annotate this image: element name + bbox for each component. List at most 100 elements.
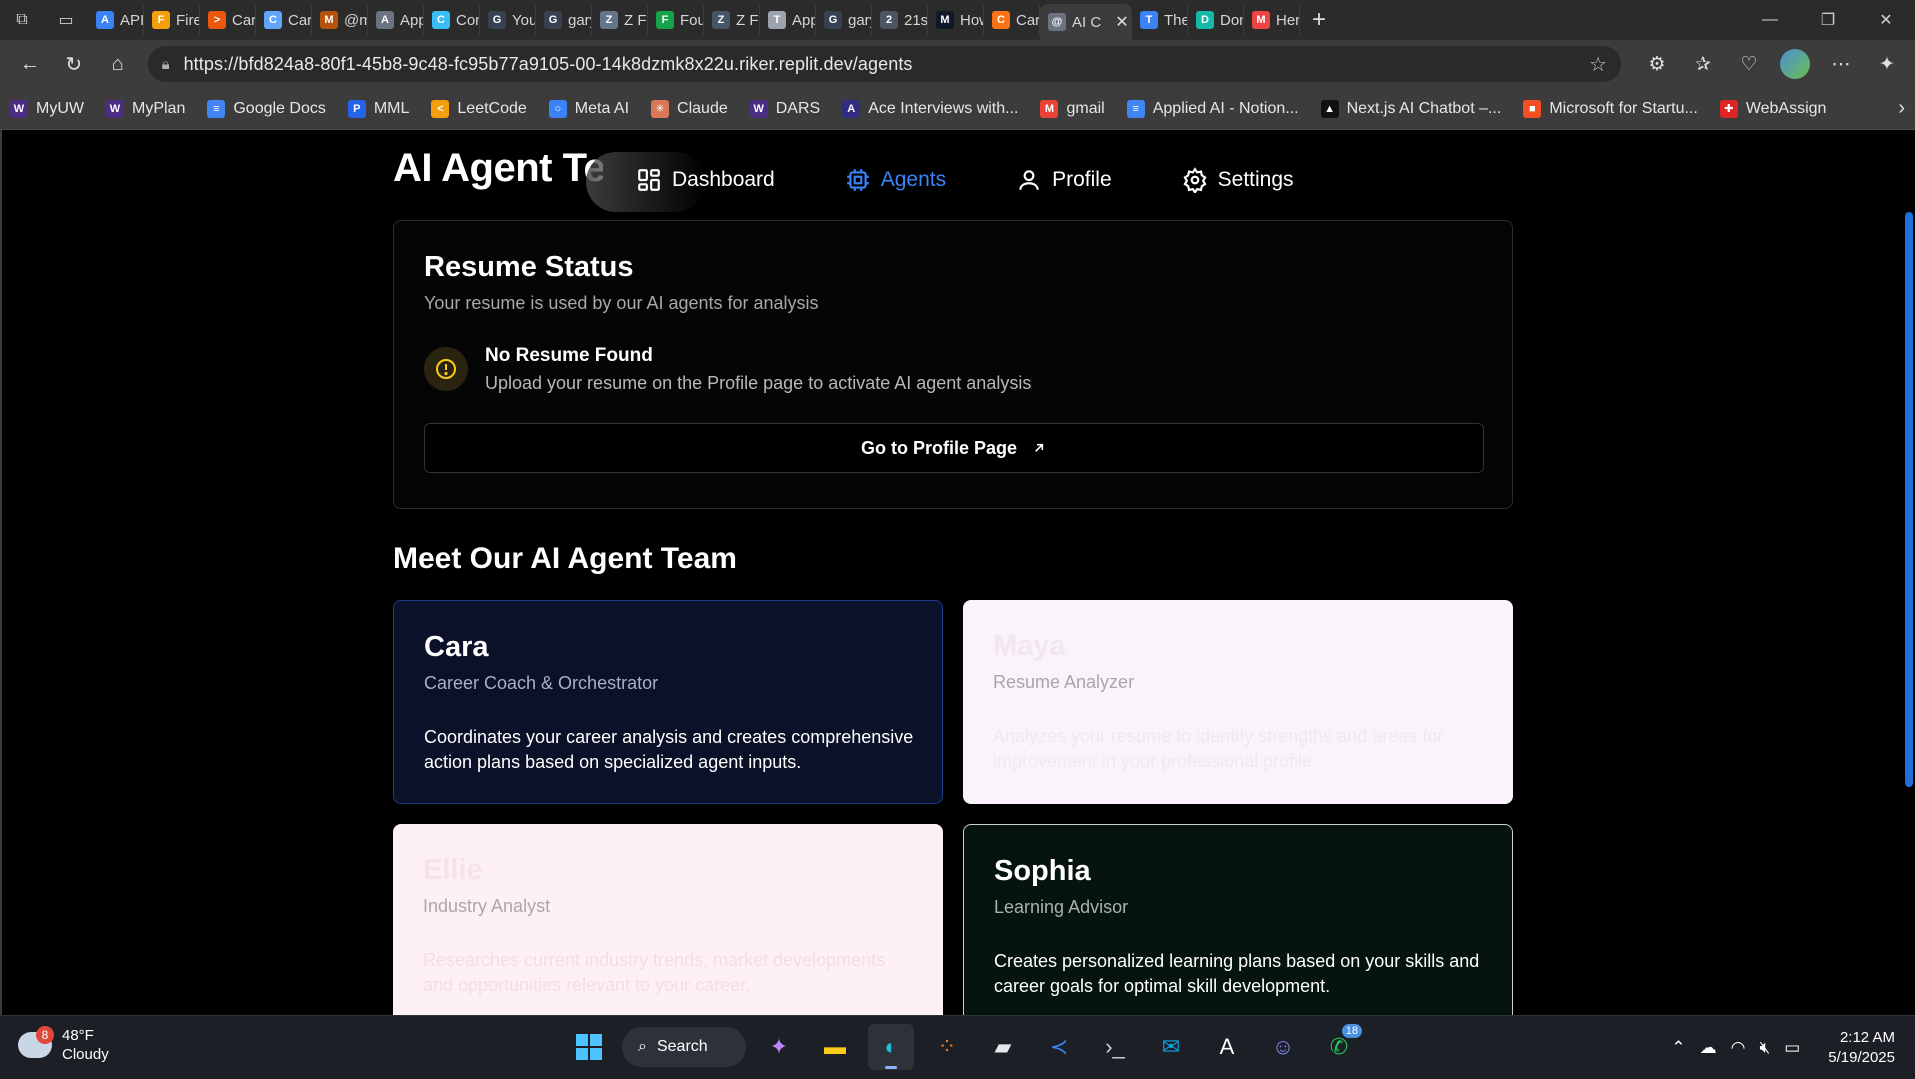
vscode-icon[interactable]: ≺ <box>1036 1024 1082 1070</box>
browser-tab[interactable]: A API K <box>88 4 144 36</box>
tab-label: Z Fe <box>624 11 647 29</box>
nav-profile[interactable]: Profile <box>1016 167 1112 193</box>
workspaces-icon[interactable]: ⧉ <box>0 0 44 40</box>
file-explorer-icon[interactable]: ▬ <box>812 1024 858 1070</box>
browser-tab[interactable]: D Don <box>1188 4 1244 36</box>
browser-tab[interactable]: Ggary <box>816 4 872 36</box>
nav-agents[interactable]: Agents <box>845 167 946 193</box>
browser-tab[interactable]: T The <box>1132 4 1188 36</box>
discord-icon[interactable]: ☺ <box>1260 1024 1306 1070</box>
bookmark-item[interactable]: W MyUW <box>10 99 84 118</box>
browser-tab[interactable]: F Fou <box>648 4 704 36</box>
bookmark-item[interactable]: ≡ Applied AI - Notion... <box>1126 99 1299 118</box>
home-icon[interactable]: ⌂ <box>96 44 140 84</box>
nav-dashboard[interactable]: Dashboard <box>636 167 775 193</box>
bookmark-item[interactable]: Mgmail <box>1040 99 1105 118</box>
browser-tab[interactable]: Ggary <box>536 4 592 36</box>
terminal-app-icon[interactable]: ▰ <box>980 1024 1026 1070</box>
browser-tab[interactable]: > Care <box>200 4 256 36</box>
bookmark-item[interactable]: W DARS <box>749 99 820 118</box>
volume-muted-icon[interactable]: 🔇︎ <box>1759 1038 1770 1058</box>
bookmark-item[interactable]: W MyPlan <box>105 99 185 118</box>
browser-tab[interactable]: T App <box>760 4 816 36</box>
nav-settings[interactable]: Settings <box>1182 167 1294 193</box>
minimize-icon[interactable]: — <box>1741 0 1799 40</box>
agent-card-sophia[interactable]: Sophia Learning Advisor Creates personal… <box>963 824 1513 1015</box>
bookmark-favicon-icon: P <box>347 99 366 118</box>
battery-icon[interactable]: ▭ <box>1784 1038 1800 1058</box>
browser-tab[interactable]: C Care <box>256 4 312 36</box>
browser-tab[interactable]: Z Z Fe <box>704 4 760 36</box>
close-tab-icon[interactable]: ✕ <box>1115 12 1128 32</box>
browser-tab[interactable]: M @m <box>312 4 368 36</box>
resume-status-card: Resume Status Your resume is used by our… <box>393 220 1513 509</box>
refresh-icon[interactable]: ↻ <box>52 44 96 84</box>
taskbar-search[interactable]: ⌕ Search <box>622 1027 746 1067</box>
agent-card-ellie[interactable]: Ellie Industry Analyst Researches curren… <box>393 824 943 1015</box>
back-icon[interactable]: ← <box>8 44 52 84</box>
bookmark-item[interactable]: ✳ Claude <box>651 99 728 118</box>
browser-tab[interactable]: F Fire <box>144 4 200 36</box>
bookmarks-overflow-icon[interactable]: › <box>1898 97 1905 120</box>
bookmark-item[interactable]: P MML <box>347 99 409 118</box>
url-text[interactable]: https://bfd824a8-80f1-45b8-9c48-fc95b77a… <box>184 54 1590 75</box>
agent-card-cara[interactable]: Cara Career Coach & Orchestrator Coordin… <box>393 600 943 804</box>
site-info-icon[interactable]: 🔒︎ <box>162 56 170 73</box>
onedrive-icon[interactable]: ☁ <box>1700 1038 1717 1058</box>
tab-active[interactable]: @ AI C ✕ <box>1040 4 1132 40</box>
new-tab-button[interactable]: + <box>1300 6 1338 34</box>
bookmark-item[interactable]: ✚ WebAssign <box>1719 99 1826 118</box>
favorites-icon[interactable]: ✰ <box>1683 44 1723 84</box>
tab-favicon-icon: M <box>936 11 954 29</box>
tab-label: You <box>512 11 536 29</box>
browser-tab[interactable]: C Con <box>424 4 480 36</box>
edge-browser-icon[interactable]: ◐ <box>868 1024 914 1070</box>
whatsapp-icon[interactable]: ✆ 18 <box>1316 1024 1362 1070</box>
copilot-icon[interactable]: ✦ <box>1867 44 1907 84</box>
notes-app-icon[interactable]: A <box>1204 1024 1250 1070</box>
dev-tool-icon[interactable]: ⁘ <box>924 1024 970 1070</box>
browser-tab[interactable]: G You <box>480 4 536 36</box>
tab-label: Her <box>1276 11 1300 29</box>
browser-tab[interactable]: C Care <box>984 4 1040 36</box>
extensions-icon[interactable]: ⚙ <box>1637 44 1677 84</box>
tab-label: How <box>960 11 983 29</box>
browser-essentials-icon[interactable]: ♡ <box>1729 44 1769 84</box>
go-to-profile-button[interactable]: Go to Profile Page <box>424 423 1484 473</box>
restore-icon[interactable]: ❐ <box>1799 0 1857 40</box>
address-bar[interactable]: 🔒︎ https://bfd824a8-80f1-45b8-9c48-fc95b… <box>147 46 1621 82</box>
more-menu-icon[interactable]: ⋯ <box>1821 44 1861 84</box>
clock[interactable]: 2:12 AM 5/19/2025 <box>1828 1028 1895 1068</box>
start-menu-icon[interactable] <box>566 1024 612 1070</box>
tab-actions-icon[interactable]: ▭ <box>44 0 88 40</box>
close-window-icon[interactable]: ✕ <box>1857 0 1915 40</box>
chevron-up-icon[interactable]: ⌃ <box>1671 1038 1685 1058</box>
weather-temp: 48°F <box>62 1027 94 1044</box>
favorite-star-icon[interactable]: ☆ <box>1589 52 1607 77</box>
app-title: AI Agent Te <box>393 146 603 190</box>
bookmark-item[interactable]: ≡ Google Docs <box>207 99 326 118</box>
browser-tab[interactable]: M How <box>928 4 984 36</box>
agent-description: Creates personalized learning plans base… <box>994 951 1480 996</box>
copilot-app-icon[interactable]: ✦ <box>756 1024 802 1070</box>
browser-tab[interactable]: M Her <box>1244 4 1300 36</box>
nav-profile-label: Profile <box>1052 168 1112 191</box>
bookmark-item[interactable]: ■ Microsoft for Startu... <box>1523 99 1698 118</box>
browser-tab[interactable]: A App <box>368 4 424 36</box>
weather-widget[interactable]: 8 48°F Cloudy <box>18 1026 109 1064</box>
tab-label: Fire <box>176 11 200 29</box>
wifi-icon[interactable]: ◠ <box>1731 1038 1746 1058</box>
tab-favicon-icon: M <box>320 11 338 29</box>
cloud-icon: 8 <box>18 1026 54 1058</box>
bookmark-item[interactable]: ▲ Next.js AI Chatbot –... <box>1320 99 1501 118</box>
browser-tab[interactable]: 2 21st <box>872 4 928 36</box>
outlook-icon[interactable]: ✉ <box>1148 1024 1194 1070</box>
command-prompt-icon[interactable]: ›_ <box>1092 1024 1138 1070</box>
agent-card-maya[interactable]: Maya Resume Analyzer Analyzes your resum… <box>963 600 1513 804</box>
bookmark-item[interactable]: A Ace Interviews with... <box>842 99 1018 118</box>
bookmark-item[interactable]: < LeetCode <box>431 99 527 118</box>
bookmark-item[interactable]: ○ Meta AI <box>548 99 629 118</box>
profile-avatar[interactable] <box>1780 49 1810 79</box>
browser-tab[interactable]: Z Z Fe <box>592 4 648 36</box>
page-scrollbar[interactable] <box>1905 212 1913 787</box>
